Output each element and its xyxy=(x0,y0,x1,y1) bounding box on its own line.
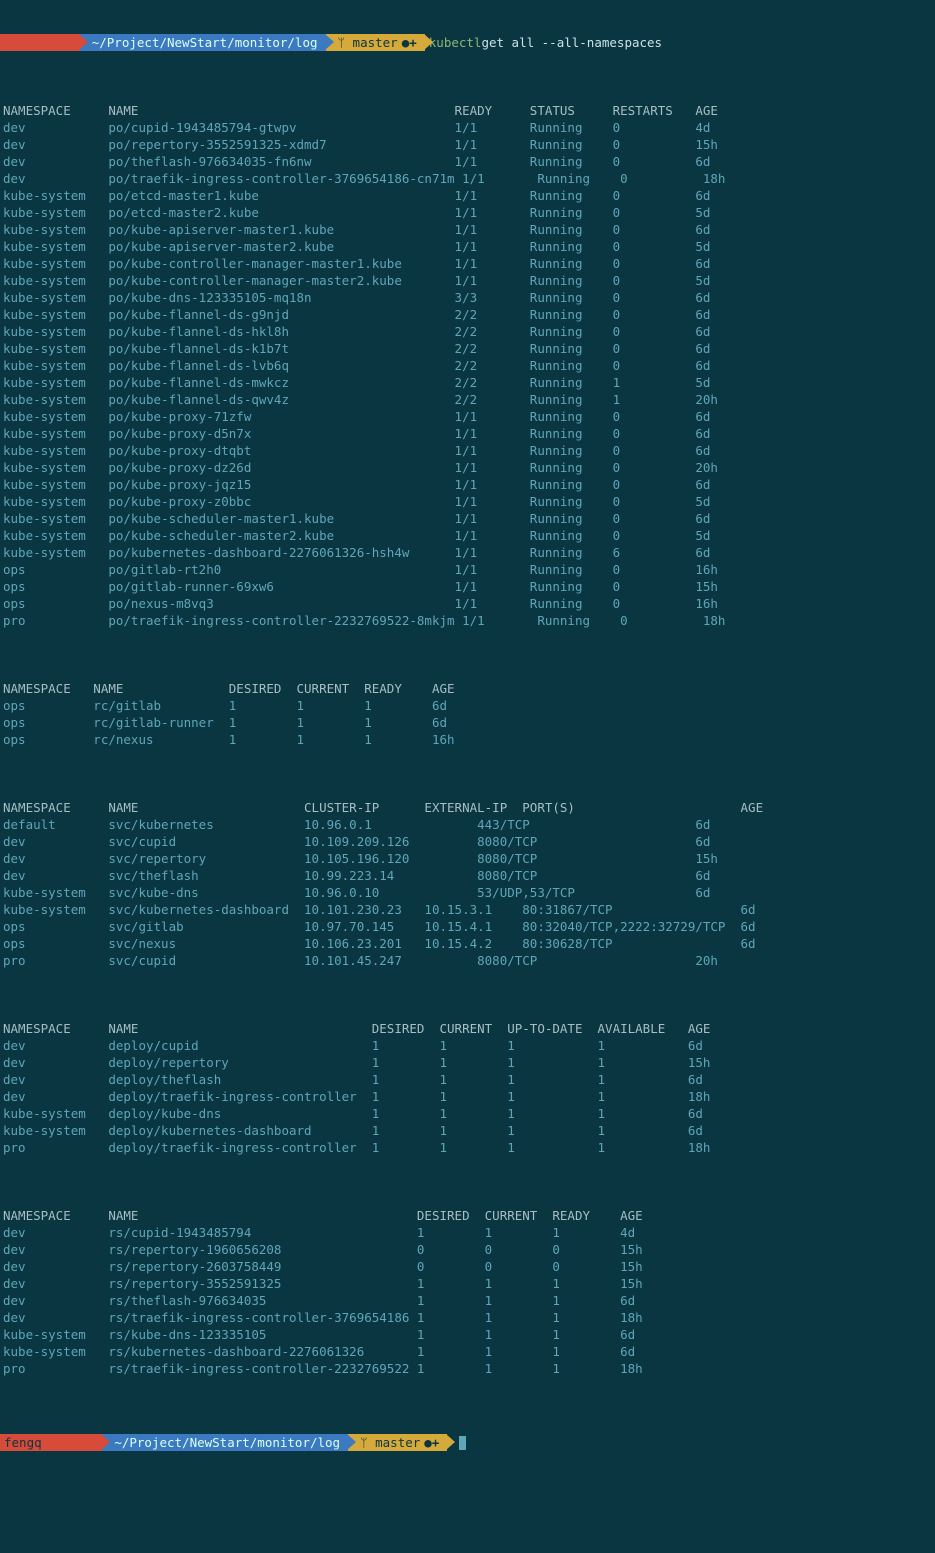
table-row: dev rs/repertory-2603758449 0 0 0 15h xyxy=(3,1258,929,1275)
table-row: kube-system po/kube-flannel-ds-hkl8h 2/2… xyxy=(3,323,929,340)
table-row: kube-system po/kube-apiserver-master1.ku… xyxy=(3,221,929,238)
table-row: dev rs/repertory-1960656208 0 0 0 15h xyxy=(3,1241,929,1258)
pods-section: NAMESPACE NAME READY STATUS RESTARTS AGE… xyxy=(3,102,929,629)
branch-status-icon: ●+ xyxy=(424,1434,439,1451)
table-row: ops svc/nexus 10.106.23.201 10.15.4.2 80… xyxy=(3,935,929,952)
command-binary: kubectl xyxy=(429,34,482,51)
table-row: default svc/kubernetes 10.96.0.1 443/TCP… xyxy=(3,816,929,833)
prompt-top[interactable]: ~/Project/NewStart/monitor/log ᛘ master●… xyxy=(0,34,935,51)
table-row: kube-system po/kube-controller-manager-m… xyxy=(3,255,929,272)
table-row: dev deploy/theflash 1 1 1 1 6d xyxy=(3,1071,929,1088)
cwd: ~/Project/NewStart/monitor/log xyxy=(114,1434,340,1451)
table-row: dev rs/repertory-3552591325 1 1 1 15h xyxy=(3,1275,929,1292)
branch-icon: ᛘ xyxy=(338,34,353,51)
table-row: kube-system po/etcd-master2.kube 1/1 Run… xyxy=(3,204,929,221)
branch-status-icon: ●+ xyxy=(402,34,417,51)
table-row: kube-system po/kube-proxy-z0bbc 1/1 Runn… xyxy=(3,493,929,510)
command-args: get all --all-namespaces xyxy=(481,34,662,51)
table-row: dev po/traefik-ingress-controller-376965… xyxy=(3,170,929,187)
user-host-segment: fengq xyxy=(0,1434,102,1451)
user-host xyxy=(4,34,72,51)
user-host-segment xyxy=(0,34,80,51)
table-row: kube-system po/kube-scheduler-master1.ku… xyxy=(3,510,929,527)
table-row: kube-system rs/kubernetes-dashboard-2276… xyxy=(3,1343,929,1360)
table-row: dev deploy/traefik-ingress-controller 1 … xyxy=(3,1088,929,1105)
table-row: dev svc/cupid 10.109.209.126 8080/TCP 6d xyxy=(3,833,929,850)
table-row: kube-system po/kube-proxy-71zfw 1/1 Runn… xyxy=(3,408,929,425)
table-header: NAMESPACE NAME DESIRED CURRENT READY AGE xyxy=(3,680,929,697)
table-row: kube-system po/kube-flannel-ds-mwkcz 2/2… xyxy=(3,374,929,391)
command-segment: kubectl get all --all-namespaces xyxy=(425,34,670,51)
table-row: kube-system rs/kube-dns-123335105 1 1 1 … xyxy=(3,1326,929,1343)
git-branch-segment: ᛘ master●+ xyxy=(326,34,425,51)
table-row: kube-system po/kube-scheduler-master2.ku… xyxy=(3,527,929,544)
table-row: kube-system po/kube-proxy-dtqbt 1/1 Runn… xyxy=(3,442,929,459)
table-row: ops po/nexus-m8vq3 1/1 Running 0 16h xyxy=(3,595,929,612)
table-header: NAMESPACE NAME READY STATUS RESTARTS AGE xyxy=(3,102,929,119)
table-row: kube-system po/kube-flannel-ds-qwv4z 2/2… xyxy=(3,391,929,408)
table-row: kube-system po/etcd-master1.kube 1/1 Run… xyxy=(3,187,929,204)
table-row: kube-system po/kube-apiserver-master2.ku… xyxy=(3,238,929,255)
table-row: kube-system deploy/kubernetes-dashboard … xyxy=(3,1122,929,1139)
table-row: kube-system po/kube-proxy-d5n7x 1/1 Runn… xyxy=(3,425,929,442)
table-row: dev svc/repertory 10.105.196.120 8080/TC… xyxy=(3,850,929,867)
table-row: pro po/traefik-ingress-controller-223276… xyxy=(3,612,929,629)
table-row: kube-system po/kube-flannel-ds-g9njd 2/2… xyxy=(3,306,929,323)
table-row: kube-system po/kube-dns-123335105-mq18n … xyxy=(3,289,929,306)
prompt-bottom[interactable]: fengq ~/Project/NewStart/monitor/log ᛘ m… xyxy=(0,1434,935,1451)
branch: master xyxy=(375,1434,420,1451)
cursor xyxy=(459,1436,466,1450)
table-header: NAMESPACE NAME DESIRED CURRENT UP-TO-DAT… xyxy=(3,1020,929,1037)
table-row: dev rs/traefik-ingress-controller-376965… xyxy=(3,1309,929,1326)
table-row: ops svc/gitlab 10.97.70.145 10.15.4.1 80… xyxy=(3,918,929,935)
table-row: dev po/repertory-3552591325-xdmd7 1/1 Ru… xyxy=(3,136,929,153)
table-row: kube-system po/kube-flannel-ds-k1b7t 2/2… xyxy=(3,340,929,357)
branch: master xyxy=(353,34,398,51)
table-header: NAMESPACE NAME DESIRED CURRENT READY AGE xyxy=(3,1207,929,1224)
table-row: kube-system po/kube-proxy-dz26d 1/1 Runn… xyxy=(3,459,929,476)
table-row: dev po/theflash-976634035-fn6nw 1/1 Runn… xyxy=(3,153,929,170)
svcs-section: NAMESPACE NAME CLUSTER-IP EXTERNAL-IP PO… xyxy=(3,799,929,969)
table-row: kube-system po/kube-flannel-ds-lvb6q 2/2… xyxy=(3,357,929,374)
rcs-section: NAMESPACE NAME DESIRED CURRENT READY AGE… xyxy=(3,680,929,748)
cwd-segment: ~/Project/NewStart/monitor/log xyxy=(102,1434,348,1451)
table-row: dev deploy/cupid 1 1 1 1 6d xyxy=(3,1037,929,1054)
table-row: pro deploy/traefik-ingress-controller 1 … xyxy=(3,1139,929,1156)
table-row: dev po/cupid-1943485794-gtwpv 1/1 Runnin… xyxy=(3,119,929,136)
table-row: kube-system svc/kube-dns 10.96.0.10 53/U… xyxy=(3,884,929,901)
table-row: ops rc/gitlab-runner 1 1 1 6d xyxy=(3,714,929,731)
user-host: fengq xyxy=(4,1434,94,1451)
branch-icon: ᛘ xyxy=(360,1434,375,1451)
table-row: kube-system po/kube-controller-manager-m… xyxy=(3,272,929,289)
git-branch-segment: ᛘ master●+ xyxy=(348,1434,447,1451)
table-row: kube-system deploy/kube-dns 1 1 1 1 6d xyxy=(3,1105,929,1122)
table-row: dev deploy/repertory 1 1 1 1 15h xyxy=(3,1054,929,1071)
table-row: ops po/gitlab-runner-69xw6 1/1 Running 0… xyxy=(3,578,929,595)
cwd: ~/Project/NewStart/monitor/log xyxy=(92,34,318,51)
table-row: pro svc/cupid 10.101.45.247 8080/TCP 20h xyxy=(3,952,929,969)
table-row: kube-system po/kube-proxy-jqz15 1/1 Runn… xyxy=(3,476,929,493)
cwd-segment: ~/Project/NewStart/monitor/log xyxy=(80,34,326,51)
table-header: NAMESPACE NAME CLUSTER-IP EXTERNAL-IP PO… xyxy=(3,799,929,816)
table-row: ops rc/gitlab 1 1 1 6d xyxy=(3,697,929,714)
table-row: kube-system svc/kubernetes-dashboard 10.… xyxy=(3,901,929,918)
table-row: ops rc/nexus 1 1 1 16h xyxy=(3,731,929,748)
table-row: pro rs/traefik-ingress-controller-223276… xyxy=(3,1360,929,1377)
table-row: dev svc/theflash 10.99.223.14 8080/TCP 6… xyxy=(3,867,929,884)
deploys-section: NAMESPACE NAME DESIRED CURRENT UP-TO-DAT… xyxy=(3,1020,929,1156)
table-row: kube-system po/kubernetes-dashboard-2276… xyxy=(3,544,929,561)
table-row: ops po/gitlab-rt2h0 1/1 Running 0 16h xyxy=(3,561,929,578)
table-row: dev rs/theflash-976634035 1 1 1 6d xyxy=(3,1292,929,1309)
rss-section: NAMESPACE NAME DESIRED CURRENT READY AGE… xyxy=(3,1207,929,1377)
table-row: dev rs/cupid-1943485794 1 1 1 4d xyxy=(3,1224,929,1241)
